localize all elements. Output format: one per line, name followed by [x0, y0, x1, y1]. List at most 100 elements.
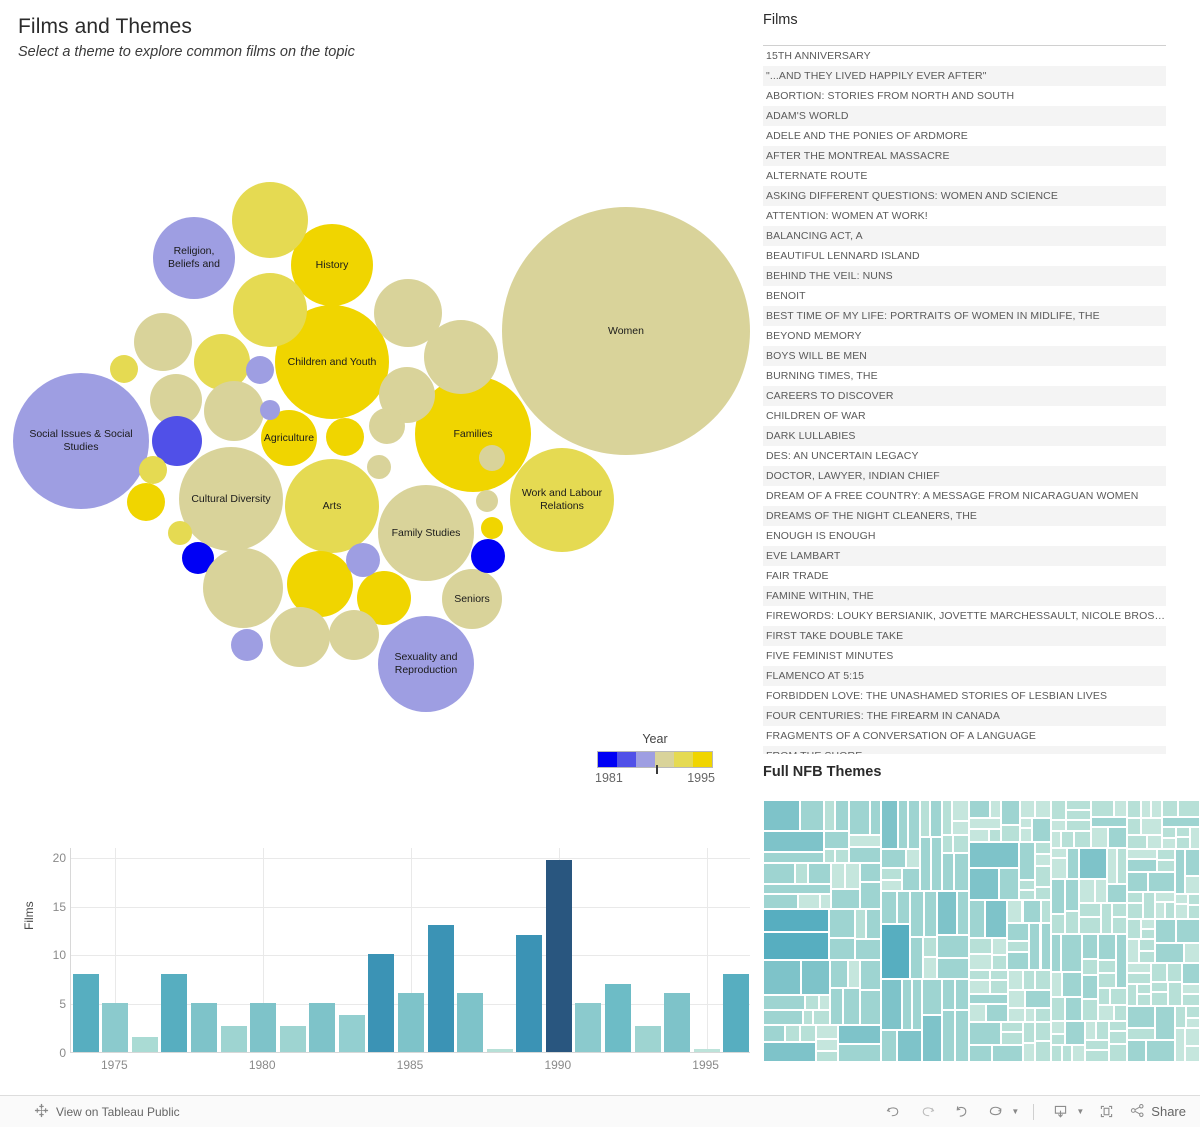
treemap-cell[interactable]: [1023, 970, 1035, 989]
treemap-cell[interactable]: [1065, 1021, 1084, 1044]
treemap-cell[interactable]: [848, 961, 859, 987]
treemap-cell[interactable]: [1128, 919, 1141, 938]
treemap-cell[interactable]: [835, 849, 848, 863]
treemap-cell[interactable]: [1152, 992, 1167, 1006]
treemap-cell[interactable]: [970, 939, 991, 954]
download-button[interactable]: [1045, 1100, 1075, 1124]
film-list-item[interactable]: FLAMENCO AT 5:15: [763, 666, 1166, 686]
treemap-cell[interactable]: [1030, 923, 1040, 969]
treemap-cell[interactable]: [1128, 904, 1142, 918]
treemap-cell[interactable]: [1062, 1045, 1071, 1061]
bubble-cultural-diversity[interactable]: Cultural Diversity: [179, 447, 283, 551]
treemap-cell[interactable]: [805, 995, 819, 1010]
bubble-unlabeled-43[interactable]: [479, 445, 505, 471]
treemap-cell[interactable]: [942, 801, 952, 835]
treemap-cell[interactable]: [1155, 903, 1164, 918]
treemap-cell[interactable]: [1128, 872, 1147, 892]
treemap-cell[interactable]: [882, 891, 896, 924]
treemap-cell[interactable]: [1102, 903, 1111, 933]
treemap-cell[interactable]: [861, 883, 880, 908]
fullscreen-button[interactable]: [1091, 1100, 1121, 1124]
bubble-unlabeled-19[interactable]: [204, 381, 264, 441]
treemap-cell[interactable]: [820, 995, 830, 1010]
treemap-cell[interactable]: [1141, 819, 1162, 834]
treemap-cell[interactable]: [1008, 990, 1024, 1007]
treemap-cell[interactable]: [925, 891, 936, 936]
film-list-item[interactable]: FAIR TRADE: [763, 566, 1166, 586]
film-list-item[interactable]: FAMINE WITHIN, THE: [763, 586, 1166, 606]
film-list-item[interactable]: BALANCING ACT, A: [763, 226, 1166, 246]
treemap-cell[interactable]: [1062, 934, 1081, 972]
bubble-unlabeled-15[interactable]: [134, 313, 192, 371]
treemap-cell[interactable]: [764, 961, 801, 994]
treemap-cell[interactable]: [1110, 989, 1126, 1005]
treemap-cell[interactable]: [764, 831, 823, 852]
treemap-cell[interactable]: [898, 801, 907, 848]
treemap-cell[interactable]: [1041, 923, 1050, 969]
treemap-cell[interactable]: [937, 959, 968, 978]
bar-1986[interactable]: [427, 925, 454, 1052]
treemap-cell[interactable]: [992, 956, 1006, 969]
treemap-cell[interactable]: [1175, 849, 1184, 893]
themes-bubble-chart[interactable]: Women Social Issues & Social Studies Famil…: [0, 110, 755, 730]
treemap-cell[interactable]: [861, 864, 880, 882]
treemap-cell[interactable]: [1185, 1047, 1199, 1061]
treemap-cell[interactable]: [849, 836, 880, 846]
treemap-cell[interactable]: [1147, 1040, 1174, 1061]
film-list-item[interactable]: BEAUTIFUL LENNARD ISLAND: [763, 246, 1166, 266]
treemap-cell[interactable]: [882, 880, 901, 890]
treemap-cell[interactable]: [1163, 828, 1175, 837]
treemap-cell[interactable]: [970, 830, 988, 842]
treemap-cell[interactable]: [1020, 801, 1035, 818]
treemap-cell[interactable]: [913, 979, 922, 1030]
treemap-cell[interactable]: [882, 849, 906, 868]
film-list-item[interactable]: 15TH ANNIVERSARY: [763, 46, 1166, 66]
bubble-unlabeled-41[interactable]: [270, 607, 330, 667]
treemap-cell[interactable]: [1152, 964, 1166, 981]
bubble-family-studies[interactable]: Family Studies: [378, 485, 474, 581]
treemap-cell[interactable]: [831, 988, 843, 1024]
treemap-cell[interactable]: [1052, 1045, 1061, 1061]
treemap-cell[interactable]: [1023, 1023, 1035, 1042]
bubble-unlabeled-36[interactable]: [346, 543, 380, 577]
bar-1994[interactable]: [664, 993, 691, 1052]
treemap-cell[interactable]: [911, 891, 924, 936]
treemap-cell[interactable]: [942, 854, 954, 890]
bubble-unlabeled-28[interactable]: [367, 455, 391, 479]
bubble-unlabeled-21[interactable]: [424, 320, 498, 394]
treemap-cell[interactable]: [786, 1025, 799, 1042]
treemap-cell[interactable]: [1085, 1021, 1096, 1039]
film-list-item[interactable]: ABORTION: STORIES FROM NORTH AND SOUTH: [763, 86, 1166, 106]
film-list-item[interactable]: ATTENTION: WOMEN AT WORK!: [763, 206, 1166, 226]
treemap-cell[interactable]: [1072, 1045, 1084, 1061]
treemap-cell[interactable]: [1052, 1021, 1064, 1034]
treemap-cell[interactable]: [882, 1031, 896, 1061]
treemap-cell[interactable]: [1025, 990, 1050, 1007]
treemap-cell[interactable]: [1052, 848, 1066, 857]
treemap-cell[interactable]: [1002, 825, 1019, 842]
treemap-cell[interactable]: [970, 955, 991, 969]
bubble-unlabeled-14[interactable]: [233, 273, 307, 347]
treemap-cell[interactable]: [844, 988, 859, 1024]
film-list-item[interactable]: DOCTOR, LAWYER, INDIAN CHIEF: [763, 466, 1166, 486]
treemap-cell[interactable]: [1066, 911, 1078, 933]
treemap-cell[interactable]: [1052, 879, 1065, 914]
bar-1977[interactable]: [161, 973, 188, 1052]
bubble-unlabeled-31[interactable]: [168, 521, 192, 545]
treemap-cell[interactable]: [1019, 890, 1034, 899]
film-list-item[interactable]: ALTERNATE ROUTE: [763, 166, 1166, 186]
redo-button[interactable]: [912, 1100, 942, 1124]
film-list-item[interactable]: CAREERS TO DISCOVER: [763, 386, 1166, 406]
treemap-cell[interactable]: [943, 1010, 954, 1061]
treemap-cell[interactable]: [931, 801, 941, 837]
treemap-cell[interactable]: [855, 909, 865, 939]
treemap-cell[interactable]: [1082, 975, 1098, 998]
treemap-cell[interactable]: [1128, 893, 1142, 903]
film-list-item[interactable]: FROM THE SHORE: [763, 746, 1166, 754]
treemap-cell[interactable]: [1036, 1042, 1050, 1061]
treemap-cell[interactable]: [897, 891, 910, 924]
treemap-cell[interactable]: [921, 801, 930, 837]
film-list-item[interactable]: FOUR CENTURIES: THE FIREARM IN CANADA: [763, 706, 1166, 726]
treemap-cell[interactable]: [1052, 973, 1061, 997]
bubble-unlabeled-24[interactable]: [260, 400, 280, 420]
